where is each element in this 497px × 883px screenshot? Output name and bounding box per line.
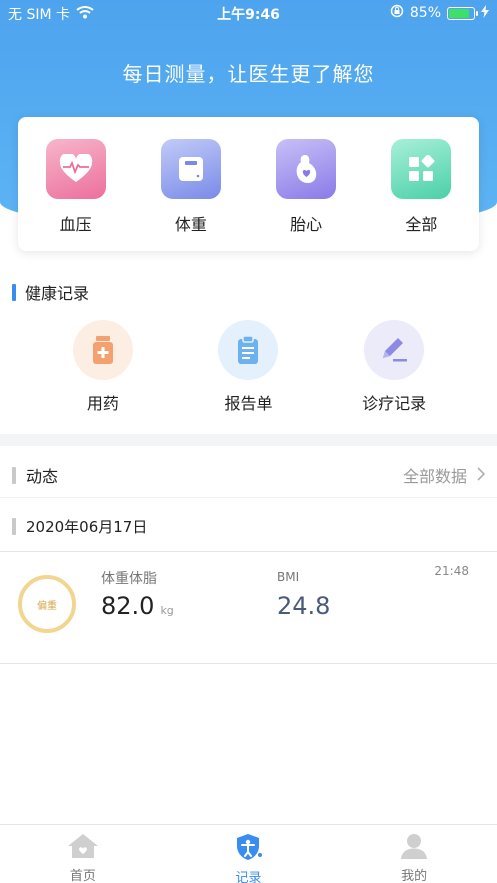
person-icon [400, 833, 428, 863]
scale-icon [160, 139, 221, 199]
date-label: 2020年06月17日 [26, 518, 148, 536]
section-divider [0, 434, 497, 446]
weight-record-entry[interactable]: 偏重 体重体脂 82.0 kg BMI 24.8 21:48 [0, 551, 497, 664]
quick-all[interactable]: 全部 [381, 139, 461, 235]
record-shield-icon [233, 833, 263, 865]
record-label: 诊疗记录 [362, 394, 427, 413]
quick-label: 胎心 [290, 215, 323, 234]
clipboard-icon [218, 320, 279, 380]
quick-fetal-heart[interactable]: 胎心 [266, 139, 346, 235]
medicine-bottle-icon [72, 320, 133, 380]
weight-caption: 体重体脂 [101, 571, 157, 587]
tab-label: 记录 [235, 871, 262, 883]
rotation-lock-icon [390, 4, 404, 22]
dynamics-header: 动态 全部数据 [0, 448, 497, 498]
heart-pulse-icon [45, 139, 106, 199]
health-records-header: 健康记录 [12, 280, 89, 304]
weight-value: 82.0 [101, 592, 155, 620]
section-marker [12, 283, 16, 301]
bmi-value: 24.8 [277, 592, 331, 620]
battery-icon [447, 6, 478, 20]
status-right: 85% [390, 4, 489, 22]
tab-label: 我的 [401, 869, 428, 883]
pen-icon [364, 320, 425, 380]
fetal-heart-icon [276, 139, 337, 199]
weight-status-label: 偏重 [37, 600, 57, 612]
bmi-caption: BMI [277, 570, 300, 584]
quick-blood-pressure[interactable]: 血压 [36, 139, 116, 235]
tab-bar: 首页 记录 我的 [0, 824, 497, 883]
quick-measure-card: 血压 体重 胎心 全部 [18, 117, 479, 251]
chevron-right-icon [477, 466, 486, 485]
record-label: 报告单 [224, 394, 273, 413]
record-label: 用药 [86, 394, 119, 413]
weight-value-group: 82.0 kg [101, 592, 174, 620]
dynamics-title: 动态 [26, 467, 59, 486]
section-marker [12, 466, 16, 484]
charging-icon [481, 4, 489, 22]
hero-title: 每日测量，让医生更了解您 [122, 62, 375, 86]
home-icon [67, 833, 99, 863]
quick-label: 全部 [405, 215, 438, 234]
date-group-header: 2020年06月17日 [12, 516, 147, 537]
status-bar: 无 SIM 卡 上午9:46 85% [0, 0, 497, 26]
quick-weight[interactable]: 体重 [151, 139, 231, 235]
entry-time: 21:48 [434, 564, 469, 578]
all-data-label: 全部数据 [402, 467, 467, 486]
tab-label: 首页 [69, 869, 96, 883]
weight-unit: kg [160, 604, 174, 617]
battery-fill [449, 8, 470, 18]
quick-label: 血压 [59, 215, 92, 234]
health-records-row: 用药 报告单 诊疗记录 [0, 320, 497, 414]
all-data-link[interactable]: 全部数据 [402, 463, 486, 487]
grid-icon [391, 139, 452, 199]
dynamics-title-group: 动态 [12, 463, 58, 487]
record-report[interactable]: 报告单 [193, 320, 303, 414]
record-medication[interactable]: 用药 [48, 320, 158, 414]
quick-label: 体重 [174, 215, 207, 234]
tab-records[interactable]: 记录 [193, 825, 303, 883]
record-diagnosis[interactable]: 诊疗记录 [339, 320, 449, 414]
battery-percent: 85% [409, 5, 441, 21]
section-marker [12, 518, 16, 535]
weight-status-ring: 偏重 [18, 575, 76, 633]
section-title: 健康记录 [25, 284, 90, 303]
tab-mine[interactable]: 我的 [359, 825, 469, 883]
tab-home[interactable]: 首页 [28, 825, 138, 883]
